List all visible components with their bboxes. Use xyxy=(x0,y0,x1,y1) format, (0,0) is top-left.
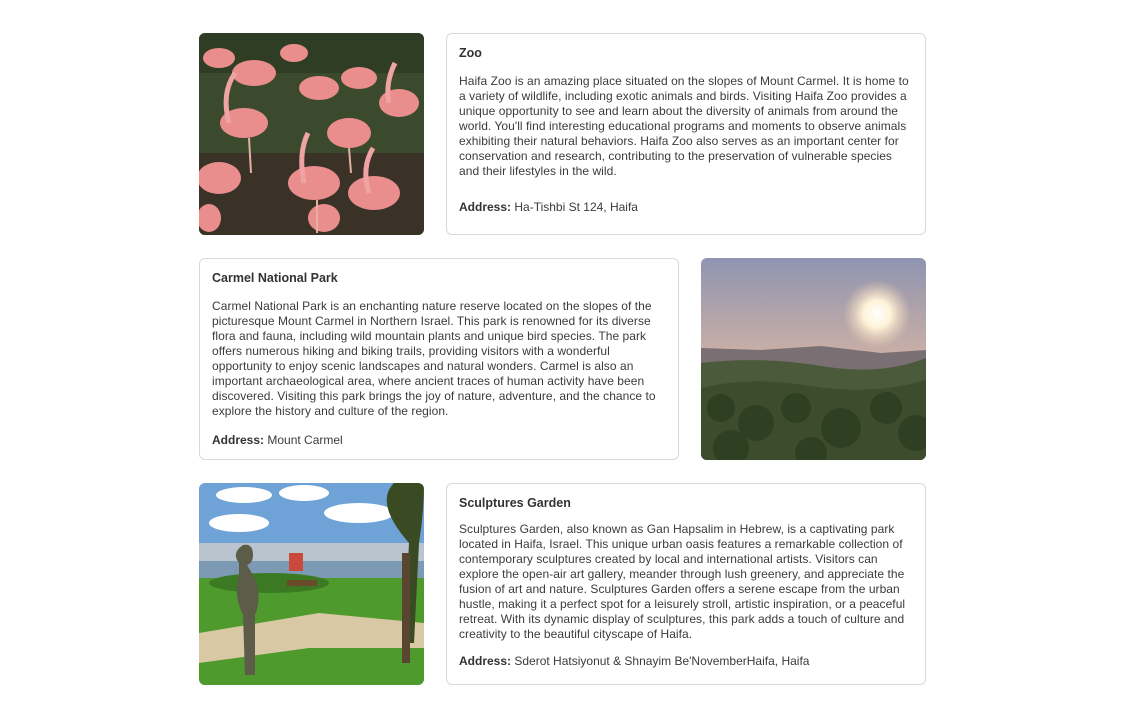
attraction-title: Zoo xyxy=(459,46,482,60)
attraction-title: Carmel National Park xyxy=(212,271,338,285)
attraction-description: Carmel National Park is an enchanting na… xyxy=(212,299,656,418)
attraction-title: Sculptures Garden xyxy=(459,496,571,510)
attraction-address: Address: Sderot Hatsiyonut & Shnayim Be'… xyxy=(459,654,913,668)
attraction-description: Sculptures Garden, also known as Gan Hap… xyxy=(459,522,906,641)
attraction-row-carmel: Carmel National Park Carmel National Par… xyxy=(199,258,926,460)
address-value: Ha-Tishbi St 124, Haifa xyxy=(514,200,638,214)
address-value: Mount Carmel xyxy=(267,433,343,447)
attraction-card: Sculptures Garden Sculptures Garden, als… xyxy=(446,483,926,685)
attraction-card: Carmel National Park Carmel National Par… xyxy=(199,258,679,460)
attraction-row-sculptures: Sculptures Garden Sculptures Garden, als… xyxy=(199,483,926,685)
attraction-address: Address: Mount Carmel xyxy=(212,433,666,447)
attraction-card: Zoo Haifa Zoo is an amazing place situat… xyxy=(446,33,926,235)
attraction-row-zoo: Zoo Haifa Zoo is an amazing place situat… xyxy=(199,33,926,235)
forest-sunset-photo xyxy=(701,258,926,460)
sculpture-garden-photo xyxy=(199,483,424,685)
flamingos-photo xyxy=(199,33,424,235)
address-label: Address: xyxy=(459,654,512,668)
address-label: Address: xyxy=(212,433,265,447)
attraction-address: Address: Ha-Tishbi St 124, Haifa xyxy=(459,200,913,214)
address-label: Address: xyxy=(459,200,512,214)
attraction-description: Haifa Zoo is an amazing place situated o… xyxy=(459,74,909,178)
address-value: Sderot Hatsiyonut & Shnayim Be'NovemberH… xyxy=(514,654,810,668)
